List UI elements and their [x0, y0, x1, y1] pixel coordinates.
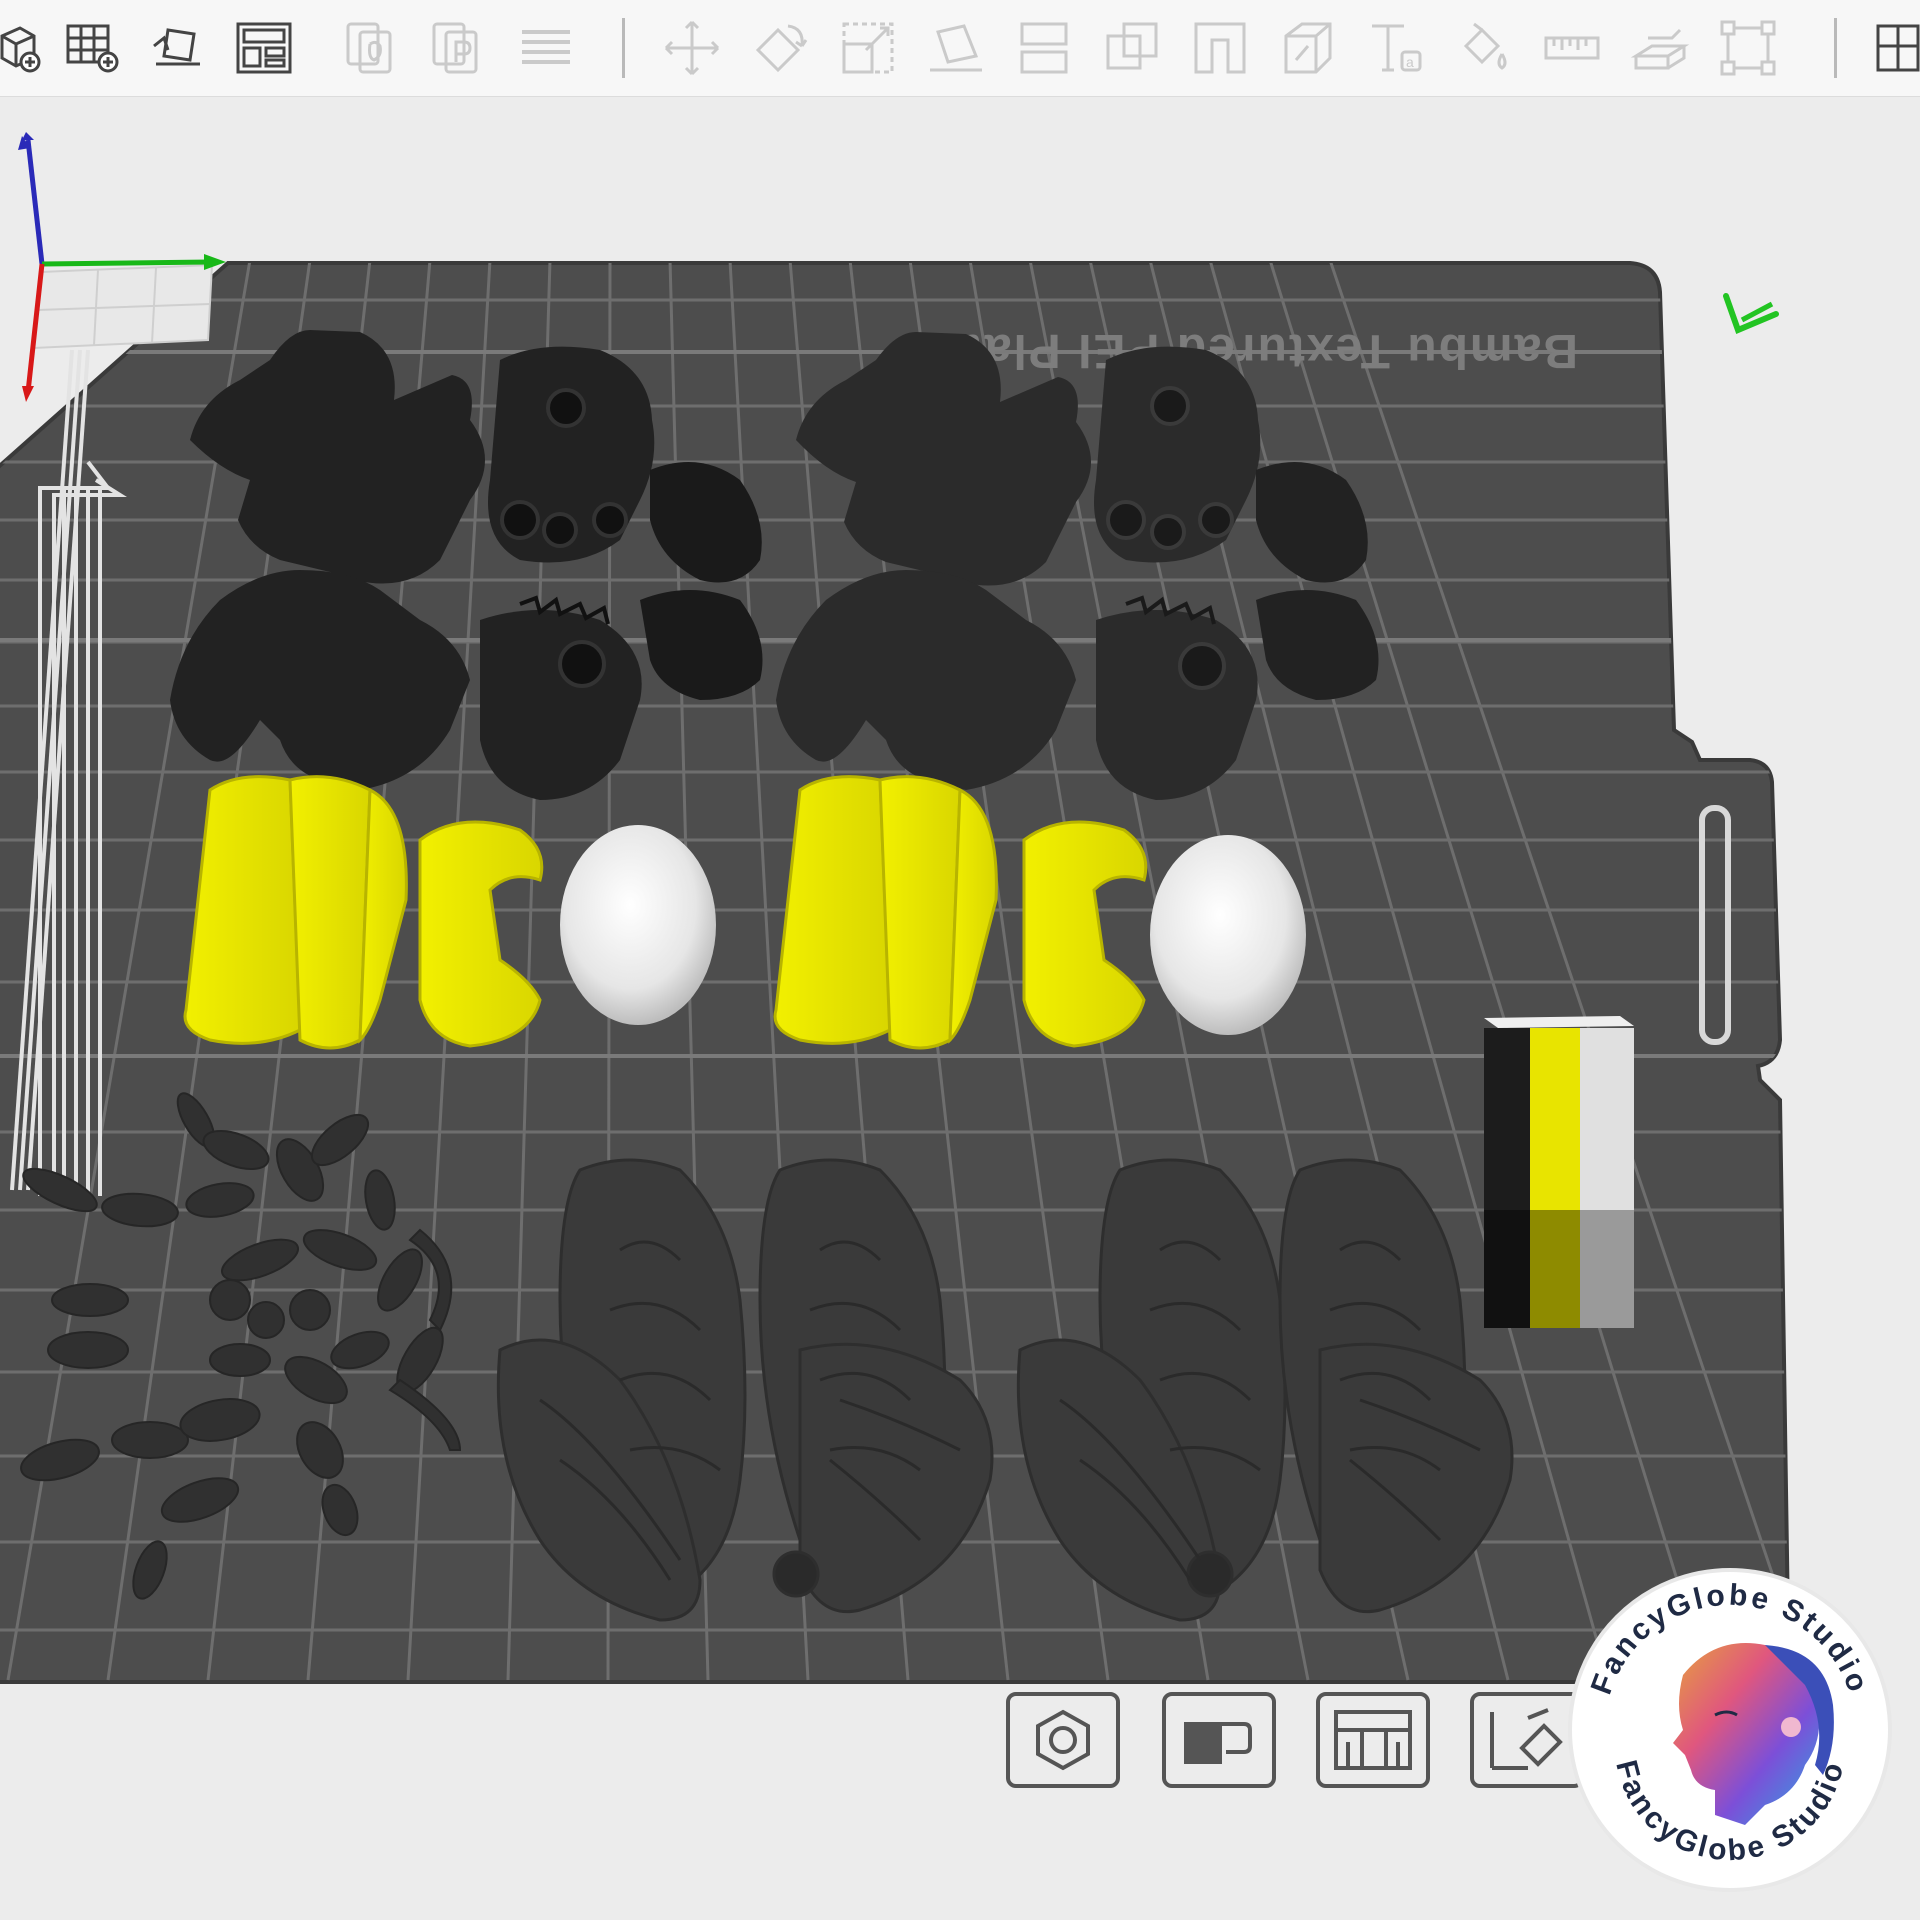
- toolbar-separator: [1834, 18, 1837, 78]
- watermark-badge: FancyGlobe Studio FancyGlobe Studio: [1565, 1565, 1895, 1895]
- fit-icon[interactable]: [1716, 16, 1780, 80]
- split-icon[interactable]: [1276, 16, 1340, 80]
- white-egg-part-left[interactable]: [560, 825, 716, 1025]
- color-paint-icon[interactable]: [1452, 16, 1516, 80]
- text-icon[interactable]: a: [1364, 16, 1428, 80]
- toolbar-separator: [622, 18, 625, 78]
- rotate-icon[interactable]: [748, 16, 812, 80]
- add-object-icon[interactable]: [0, 16, 54, 80]
- cut-icon[interactable]: [1012, 16, 1076, 80]
- lay-on-face-icon[interactable]: [924, 16, 988, 80]
- add-plate-icon[interactable]: [62, 16, 126, 80]
- plate-edit-icon[interactable]: [1723, 293, 1779, 335]
- paste-icon[interactable]: [426, 16, 490, 80]
- copy-icon[interactable]: [340, 16, 404, 80]
- support-paint-icon[interactable]: [1188, 16, 1252, 80]
- arrange-icon[interactable]: [232, 16, 296, 80]
- nut-icon[interactable]: [1004, 1690, 1122, 1790]
- prime-tower[interactable]: [1484, 1016, 1634, 1328]
- plate-label: Bambu Textured PEI Plate: [936, 324, 1578, 377]
- white-egg-part-right[interactable]: [1150, 835, 1306, 1035]
- wall-icon[interactable]: [1160, 1690, 1278, 1790]
- scale-icon[interactable]: [836, 16, 900, 80]
- view-icon[interactable]: [1870, 16, 1920, 80]
- move-icon[interactable]: [660, 16, 724, 80]
- auto-orient-icon[interactable]: [146, 16, 210, 80]
- excluded-region: [32, 263, 214, 350]
- svg-text:a: a: [1406, 54, 1414, 70]
- list-icon[interactable]: [514, 16, 578, 80]
- top-toolbar: a: [0, 0, 1920, 97]
- layout-icon[interactable]: [1314, 1690, 1432, 1790]
- assembly-icon[interactable]: [1628, 16, 1692, 80]
- measure-icon[interactable]: [1540, 16, 1604, 80]
- boolean-icon[interactable]: [1100, 16, 1164, 80]
